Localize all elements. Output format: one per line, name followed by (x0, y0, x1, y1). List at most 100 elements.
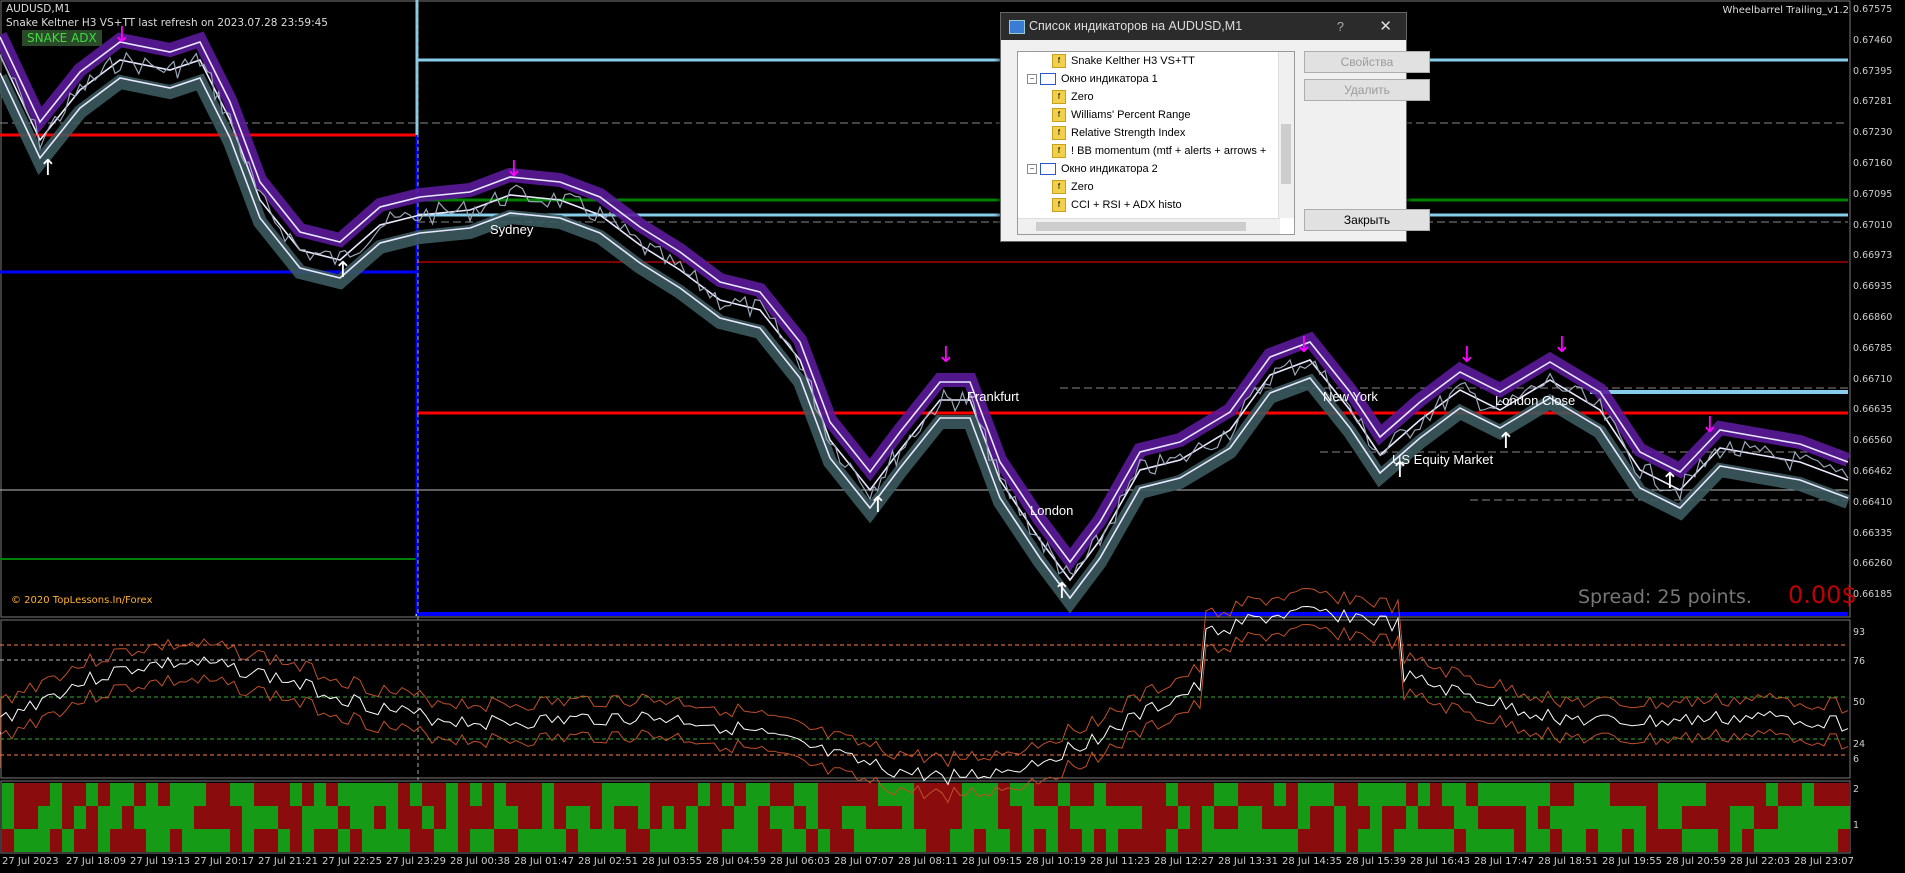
heatmap-cell (1166, 806, 1178, 829)
heatmap-cell (230, 806, 242, 829)
oscillator-tick-label: 93 (1853, 627, 1866, 638)
dialog-app-icon (1009, 20, 1025, 34)
heatmap-cell (146, 829, 158, 852)
heatmap-cell (830, 829, 842, 852)
heatmap-cell (1310, 806, 1322, 829)
heatmap-cell (410, 783, 422, 806)
time-tick-label: 28 Jul 23:07 (1794, 856, 1854, 867)
heatmap-cell (230, 829, 242, 852)
buy-arrow-icon: ↑ (1497, 429, 1515, 454)
heatmap-cell (1754, 806, 1766, 829)
heatmap-cell (1118, 783, 1130, 806)
tree-item-bb-momentum[interactable]: f ! BB momentum (mtf + alerts + arrows + (1052, 142, 1266, 160)
tree-item-cci[interactable]: f CCI + RSI + ADX histo (1052, 196, 1182, 214)
heatmap-cell (1562, 783, 1574, 806)
heatmap-cell (1658, 829, 1670, 852)
tree-item-snake[interactable]: f Snake Kelther H3 VS+TT (1052, 52, 1195, 70)
heatmap-cell (14, 829, 26, 852)
heatmap-cell (1610, 806, 1622, 829)
close-icon[interactable]: ✕ (1379, 13, 1392, 40)
scrollbar-thumb[interactable] (1281, 124, 1291, 184)
chart-canvas[interactable]: ↑↑↑↑↑↑↑↓↓↓ ↓ ↓ ↓↓ (0, 0, 1905, 873)
tree-item-rsi[interactable]: f Relative Strength Index (1052, 124, 1185, 142)
heatmap-cell (650, 783, 662, 806)
tree-item-window-2[interactable]: Окно индикатора 2 (1040, 160, 1158, 178)
tree-horizontal-scrollbar[interactable] (1018, 218, 1280, 234)
tree-item-zero-1[interactable]: f Zero (1052, 88, 1094, 106)
heatmap-cell (182, 806, 194, 829)
time-tick-label: 28 Jul 06:03 (770, 856, 830, 867)
heatmap-cell (1082, 806, 1094, 829)
heatmap-cell (1538, 829, 1550, 852)
heatmap-cell (422, 783, 434, 806)
heatmap-cell (866, 806, 878, 829)
properties-button[interactable]: Свойства (1304, 51, 1430, 73)
indicator-tree[interactable]: f Snake Kelther H3 VS+TT − Окно индикатор… (1017, 51, 1295, 235)
time-tick-label: 28 Jul 19:55 (1602, 856, 1662, 867)
heatmap-cell (1046, 783, 1058, 806)
heatmap-cell (698, 829, 710, 852)
collapse-icon[interactable]: − (1027, 164, 1037, 174)
heatmap-cell (650, 806, 662, 829)
heatmap-cell (350, 829, 362, 852)
heatmap-cell (566, 806, 578, 829)
price-tick-label: 0.67010 (1853, 219, 1893, 231)
heatmap-cell (386, 806, 398, 829)
heatmap-cell (158, 829, 170, 852)
heatmap-cell (446, 783, 458, 806)
heatmap-cell (170, 783, 182, 806)
dialog-titlebar[interactable]: Список индикаторов на AUDUSD,M1 ? ✕ (1001, 13, 1406, 40)
heatmap-cell (890, 806, 902, 829)
heatmap-cell (1202, 806, 1214, 829)
heatmap-cell (1286, 829, 1298, 852)
heatmap-cell (602, 829, 614, 852)
heatmap-cell (386, 783, 398, 806)
heatmap-cell (1634, 783, 1646, 806)
help-button[interactable]: ? (1337, 13, 1344, 40)
heatmap-cell (1814, 829, 1826, 852)
heatmap-cell (1742, 783, 1754, 806)
heatmap-cell (950, 806, 962, 829)
time-tick-label: 28 Jul 12:27 (1154, 856, 1214, 867)
heatmap-cell (1346, 829, 1358, 852)
oscillator-line (0, 605, 1849, 786)
heatmap-cell (1538, 806, 1550, 829)
heatmap-cell (1286, 783, 1298, 806)
buy-arrow-icon: ↑ (869, 493, 887, 518)
heatmap-cell (38, 829, 50, 852)
tree-item-window-1[interactable]: Окно индикатора 1 (1040, 70, 1158, 88)
heatmap-cell (194, 829, 206, 852)
heatmap-cell (1514, 783, 1526, 806)
chart-area[interactable]: ↑ ↑ ↑ ↑ ↑ ↑ ↑ ↓ ↓ ↓ ↓ ↓ ↓ ↓ AUDUSD,M1 Snake Keltner H… (0, 0, 1905, 873)
heatmap-cell (1142, 783, 1154, 806)
time-tick-label: 27 Jul 2023 (2, 856, 59, 867)
tree-vertical-scrollbar[interactable] (1278, 52, 1294, 218)
heatmap-cell (434, 806, 446, 829)
heatmap-cell (1562, 806, 1574, 829)
scrollbar-thumb[interactable] (1036, 222, 1246, 231)
heatmap-cell (770, 829, 782, 852)
tree-item-williams[interactable]: f Williams' Percent Range (1052, 106, 1190, 124)
buy-arrow-icon: ↑ (1053, 579, 1071, 604)
close-button[interactable]: Закрыть (1304, 209, 1430, 231)
indicator-icon: f (1052, 180, 1066, 195)
delete-button[interactable]: Удалить (1304, 79, 1430, 101)
heatmap-cell (482, 806, 494, 829)
price-tick-label: 0.67095 (1853, 188, 1893, 200)
heatmap-cell (1154, 829, 1166, 852)
heatmap-cell (746, 829, 758, 852)
heatmap-cell (1262, 806, 1274, 829)
heatmap-cell (1022, 829, 1034, 852)
heatmap-cell (506, 783, 518, 806)
heatmap-cell (626, 806, 638, 829)
heatmap-cell (1190, 806, 1202, 829)
sell-arrow-icon: ↓ (1295, 333, 1313, 358)
heatmap-cell (1238, 806, 1250, 829)
heatmap-cell (1550, 806, 1562, 829)
collapse-icon[interactable]: − (1027, 74, 1037, 84)
heatmap-cell (890, 829, 902, 852)
heatmap-cell (962, 783, 974, 806)
tree-item-zero-2[interactable]: f Zero (1052, 178, 1094, 196)
heatmap-cell (1166, 783, 1178, 806)
heatmap-cell (326, 783, 338, 806)
